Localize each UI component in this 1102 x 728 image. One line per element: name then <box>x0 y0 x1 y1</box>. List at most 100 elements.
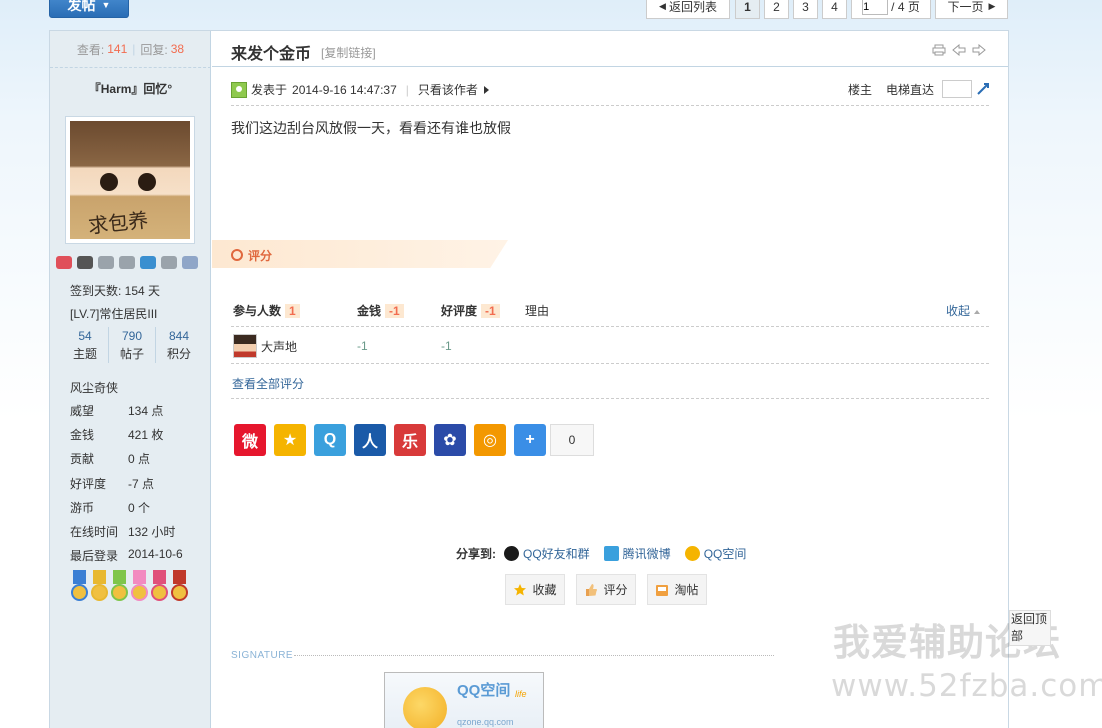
tray-icon <box>655 583 669 597</box>
floor-label: 楼主 <box>848 82 873 97</box>
prop-value: 2014-10-6 <box>128 547 183 561</box>
qq-circle-icon[interactable]: ◎ <box>474 424 506 456</box>
post-new-label: 发帖 <box>67 0 96 13</box>
signature-logo-url: qzone.qq.com <box>457 717 514 727</box>
rater-name[interactable]: 大声地 <box>261 338 297 355</box>
rater-reputation: -1 <box>441 339 452 353</box>
divider <box>231 326 989 327</box>
prop-key: 金钱 <box>70 428 95 442</box>
medal-disc <box>171 584 188 601</box>
rating-section-title: 评分 <box>248 249 273 263</box>
medal-disc <box>71 584 88 601</box>
money-total: -1 <box>385 304 404 318</box>
help-icon[interactable] <box>182 256 198 269</box>
floor-jump: 楼主 电梯直达 <box>848 80 990 98</box>
tencent-weibo-icon[interactable]: Q <box>314 424 346 456</box>
collapse-rating-button[interactable]: 收起 <box>946 302 981 319</box>
renren-icon[interactable]: 人 <box>354 424 386 456</box>
author-name[interactable]: 『Harm』回忆° <box>50 80 211 97</box>
participants-label: 参与人数 <box>233 304 282 318</box>
thread-tools <box>932 43 986 57</box>
weibo-icon[interactable]: 微 <box>234 424 266 456</box>
sign-days: 签到天数: 154 天 <box>70 284 161 298</box>
stat-label: 积分 <box>166 347 191 361</box>
stat-topics[interactable]: 54 主题 <box>62 327 108 363</box>
next-thread-icon[interactable] <box>972 43 986 57</box>
divider: | <box>405 82 409 97</box>
user-online-icon <box>231 81 247 98</box>
floor-jump-input[interactable] <box>942 80 973 98</box>
favorite-label: 收藏 <box>532 583 557 597</box>
medal-icon[interactable] <box>130 570 149 604</box>
stat-posts[interactable]: 790 帖子 <box>108 327 155 363</box>
total-pages-label: / 4 页 <box>891 0 920 14</box>
prop-value: 134 点 <box>128 404 164 418</box>
divider <box>231 363 989 364</box>
rating-participants-header: 参与人数 1 <box>233 302 300 319</box>
share-target-label: 腾讯微博 <box>622 547 671 561</box>
reputation-label: 好评度 <box>441 304 478 318</box>
signature-logo-tag: life <box>515 689 527 699</box>
medal-disc <box>111 584 128 601</box>
divider <box>212 66 1008 67</box>
prop-value: 421 枚 <box>128 428 164 442</box>
share-count: 0 <box>550 424 594 456</box>
next-page-button[interactable]: 下一页 ▶ <box>935 0 1008 19</box>
tao-post-button[interactable]: 淘帖 <box>647 574 707 605</box>
qzone-icon[interactable]: ★ <box>274 424 306 456</box>
medal-icon[interactable] <box>110 570 129 604</box>
medal-icon[interactable] <box>70 570 89 604</box>
prop-value: 0 个 <box>128 501 151 515</box>
page-link-1[interactable]: 1 <box>735 0 760 19</box>
kaixin-icon[interactable]: 乐 <box>394 424 426 456</box>
user-badge-icon[interactable] <box>56 256 72 269</box>
share-qzone[interactable]: QQ空间 <box>684 545 746 562</box>
share-to-label: 分享到: <box>456 547 496 561</box>
post-meta: 发表于 2014-9-16 14:47:37 | 只看该作者 <box>231 81 489 98</box>
stat-credits[interactable]: 844 积分 <box>155 327 202 363</box>
user-badge-icon[interactable] <box>140 256 156 269</box>
medal-icon[interactable] <box>90 570 109 604</box>
print-icon[interactable] <box>932 44 946 56</box>
favorite-button[interactable]: 收藏 <box>505 574 565 605</box>
star-icon <box>513 583 527 597</box>
signature-image: QQ空间 qzone.qq.com life <box>384 672 544 728</box>
page-link-3[interactable]: 3 <box>793 0 818 19</box>
page-link-4[interactable]: 4 <box>822 0 847 19</box>
post-new-button[interactable]: 发帖 ▼ <box>49 0 129 18</box>
user-badge-icon[interactable] <box>98 256 114 269</box>
page-jump-input[interactable] <box>862 0 889 15</box>
rating-money-header: 金钱 -1 <box>357 302 404 319</box>
go-arrow-icon[interactable] <box>976 82 990 96</box>
medal-icon[interactable] <box>170 570 189 604</box>
view-all-ratings-link[interactable]: 查看全部评分 <box>232 375 304 392</box>
prop-key: 好评度 <box>70 477 107 491</box>
rater-money: -1 <box>357 339 368 353</box>
user-level[interactable]: [LV.7]常住居民III <box>70 305 157 322</box>
chevron-up-icon <box>974 309 981 314</box>
rate-button[interactable]: 评分 <box>576 574 636 605</box>
user-badge-icon[interactable] <box>161 256 177 269</box>
medal-icon[interactable] <box>150 570 169 604</box>
user-badge-icon[interactable] <box>77 256 93 269</box>
prev-thread-icon[interactable] <box>952 43 966 57</box>
avatar[interactable]: 求包养 <box>65 116 195 244</box>
share-qq-friends[interactable]: QQ好友和群 <box>504 545 590 562</box>
reputation-total: -1 <box>481 304 500 318</box>
copy-link-button[interactable]: [复制链接] <box>321 44 376 61</box>
chevron-left-icon: ◀ <box>659 1 666 11</box>
page-link-2[interactable]: 2 <box>764 0 789 19</box>
more-share-icon[interactable]: + <box>514 424 546 456</box>
baidu-icon[interactable]: ✿ <box>434 424 466 456</box>
prop-key: 游币 <box>70 501 95 515</box>
user-badge-icon[interactable] <box>119 256 135 269</box>
back-to-top-button[interactable]: 返回顶部 <box>1009 610 1051 646</box>
medal-disc <box>91 584 108 601</box>
prop-row: 游币 0 个 <box>70 499 200 516</box>
signature-label: SIGNATURE <box>231 650 294 661</box>
share-tencent-weibo[interactable]: 腾讯微博 <box>603 545 671 562</box>
chevron-right-icon: ▶ <box>988 1 996 11</box>
back-to-list-button[interactable]: ◀ 返回列表 <box>646 0 730 19</box>
only-author-link[interactable]: 只看该作者 <box>418 81 478 98</box>
rater-avatar[interactable] <box>233 334 257 358</box>
